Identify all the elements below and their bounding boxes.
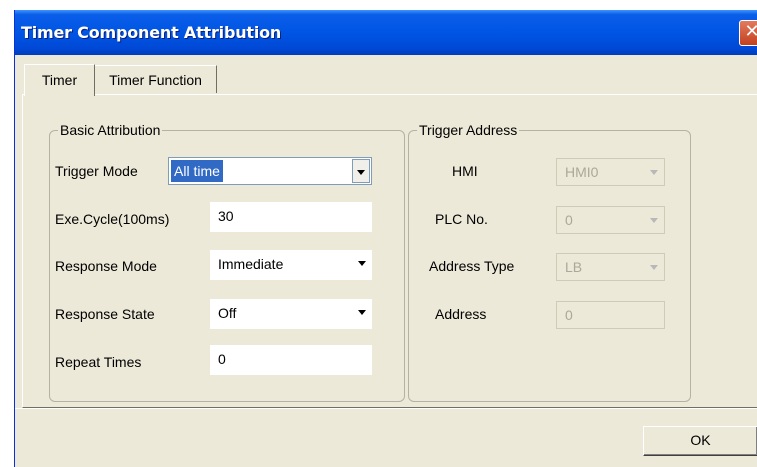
- ok-button-label: OK: [690, 432, 711, 448]
- trigger-address-label: Trigger Address: [417, 121, 520, 139]
- window-title: Timer Component Attribution: [21, 23, 282, 42]
- dialog-window: Timer Component Attribution ✕ Timer Time…: [14, 10, 757, 467]
- hmi-value: HMI0: [565, 164, 599, 180]
- footer-divider: [15, 408, 757, 409]
- address-value: 0: [565, 307, 573, 323]
- plc-no-value: 0: [565, 212, 573, 228]
- response-state-select[interactable]: Off: [210, 299, 372, 329]
- basic-attribution-label: Basic Attribution: [58, 121, 163, 139]
- trigger-mode-label: Trigger Mode: [55, 163, 138, 179]
- trigger-mode-dropdown-button[interactable]: [352, 159, 370, 183]
- chevron-down-icon: [650, 265, 658, 270]
- exe-cycle-label: Exe.Cycle(100ms): [55, 211, 170, 227]
- address-type-label: Address Type: [429, 258, 515, 274]
- response-mode-label: Response Mode: [55, 258, 157, 274]
- basic-attribution-group: Basic Attribution Trigger Mode All time …: [49, 121, 405, 402]
- tab-timer-function[interactable]: Timer Function: [95, 65, 217, 93]
- hmi-label: HMI: [452, 163, 478, 179]
- plc-no-select[interactable]: 0: [556, 206, 665, 234]
- close-icon: ✕: [744, 21, 757, 42]
- ok-button[interactable]: OK: [643, 426, 757, 456]
- hmi-select[interactable]: HMI0: [556, 158, 665, 186]
- tab-timer[interactable]: Timer: [24, 64, 95, 96]
- address-type-select[interactable]: LB: [556, 253, 665, 281]
- response-mode-value: Immediate: [218, 256, 284, 272]
- address-input[interactable]: 0: [556, 301, 665, 329]
- chevron-down-icon: [358, 261, 366, 266]
- chevron-down-icon: [650, 170, 658, 175]
- repeat-times-value: 0: [218, 351, 226, 367]
- trigger-mode-select[interactable]: All time: [168, 157, 372, 185]
- address-type-value: LB: [565, 259, 583, 275]
- repeat-times-input[interactable]: 0: [210, 345, 372, 375]
- tab-panel: Basic Attribution Trigger Mode All time …: [22, 94, 757, 408]
- trigger-address-group: Trigger Address HMI HMI0 PLC No. 0 Addre…: [408, 121, 691, 402]
- trigger-mode-value: All time: [171, 160, 223, 182]
- tab-timer-function-label: Timer Function: [109, 72, 202, 88]
- chevron-down-icon: [357, 170, 365, 175]
- response-mode-select[interactable]: Immediate: [210, 250, 372, 280]
- chevron-down-icon: [358, 310, 366, 315]
- tab-bar: Timer Timer Function: [15, 55, 757, 96]
- exe-cycle-input[interactable]: 30: [210, 202, 372, 232]
- close-button[interactable]: ✕: [739, 20, 757, 46]
- title-bar: Timer Component Attribution ✕: [15, 10, 757, 55]
- tab-timer-label: Timer: [41, 72, 78, 88]
- chevron-down-icon: [650, 218, 658, 223]
- repeat-times-label: Repeat Times: [55, 354, 142, 370]
- response-state-label: Response State: [55, 306, 155, 322]
- address-label: Address: [435, 306, 487, 322]
- response-state-value: Off: [218, 305, 237, 321]
- plc-no-label: PLC No.: [435, 211, 488, 227]
- exe-cycle-value: 30: [218, 208, 234, 224]
